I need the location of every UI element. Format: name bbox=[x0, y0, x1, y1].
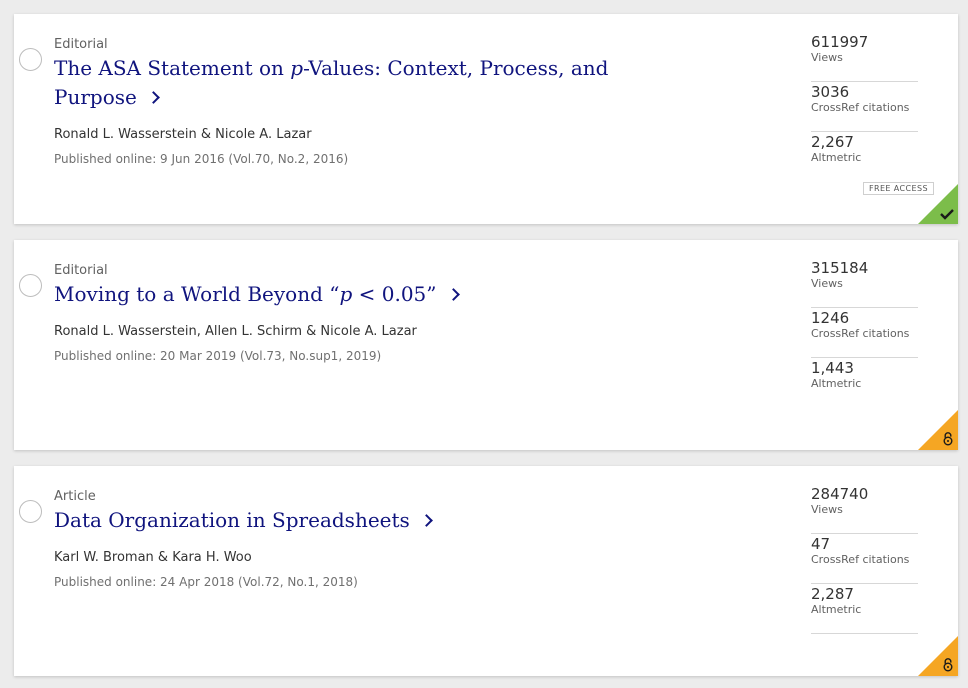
article-title-link[interactable]: The ASA Statement on p-Values: Context, … bbox=[54, 54, 614, 112]
open-access-corner bbox=[918, 636, 958, 676]
chevron-right-icon bbox=[419, 514, 433, 527]
chevron-right-icon bbox=[446, 288, 460, 301]
author-link[interactable]: Nicole A. Lazar bbox=[320, 324, 416, 339]
article-type: Article bbox=[54, 489, 96, 504]
search-results-list: Editorial The ASA Statement on p-Values:… bbox=[0, 0, 968, 688]
result-card: Article Data Organization in Spreadsheet… bbox=[14, 466, 958, 676]
access-badge: FREE ACCESS bbox=[863, 182, 934, 195]
select-checkbox[interactable] bbox=[19, 500, 42, 523]
crossref-metric[interactable]: 47 CrossRef citations bbox=[811, 534, 918, 584]
author-link[interactable]: Karl W. Broman bbox=[54, 550, 154, 565]
result-card: Editorial Moving to a World Beyond “p < … bbox=[14, 240, 958, 450]
select-checkbox[interactable] bbox=[19, 274, 42, 297]
author-list: Karl W. Broman & Kara H. Woo bbox=[54, 550, 252, 565]
result-card: Editorial The ASA Statement on p-Values:… bbox=[14, 14, 958, 224]
altmetric-metric[interactable]: 2,267 Altmetric bbox=[811, 132, 918, 182]
views-metric: 284740 Views bbox=[811, 484, 918, 534]
select-checkbox[interactable] bbox=[19, 48, 42, 71]
author-link[interactable]: Ronald L. Wasserstein bbox=[54, 324, 197, 339]
altmetric-metric[interactable]: 1,443 Altmetric bbox=[811, 358, 918, 408]
author-link[interactable]: Ronald L. Wasserstein bbox=[54, 127, 197, 142]
article-type: Editorial bbox=[54, 263, 108, 278]
author-list: Ronald L. Wasserstein, Allen L. Schirm &… bbox=[54, 324, 417, 339]
publication-info: Published online: 24 Apr 2018 (Vol.72, N… bbox=[54, 575, 358, 589]
checkmark-icon bbox=[940, 209, 954, 220]
metrics-panel: 284740 Views 47 CrossRef citations 2,287… bbox=[811, 484, 918, 634]
views-metric: 315184 Views bbox=[811, 258, 918, 308]
article-title-link[interactable]: Moving to a World Beyond “p < 0.05” bbox=[54, 280, 614, 309]
views-metric: 611997 Views bbox=[811, 32, 918, 82]
chevron-right-icon bbox=[146, 91, 160, 104]
metrics-panel: 611997 Views 3036 CrossRef citations 2,2… bbox=[811, 32, 918, 182]
publication-info: Published online: 20 Mar 2019 (Vol.73, N… bbox=[54, 349, 382, 363]
open-access-corner bbox=[918, 410, 958, 450]
crossref-metric[interactable]: 3036 CrossRef citations bbox=[811, 82, 918, 132]
open-access-icon bbox=[943, 658, 953, 672]
publication-info: Published online: 9 Jun 2016 (Vol.70, No… bbox=[54, 152, 349, 166]
altmetric-metric[interactable]: 2,287 Altmetric bbox=[811, 584, 918, 634]
metrics-panel: 315184 Views 1246 CrossRef citations 1,4… bbox=[811, 258, 918, 408]
author-link[interactable]: Kara H. Woo bbox=[172, 550, 252, 565]
article-type: Editorial bbox=[54, 37, 108, 52]
author-list: Ronald L. Wasserstein & Nicole A. Lazar bbox=[54, 127, 312, 142]
article-title-link[interactable]: Data Organization in Spreadsheets bbox=[54, 506, 614, 535]
crossref-metric[interactable]: 1246 CrossRef citations bbox=[811, 308, 918, 358]
author-link[interactable]: Nicole A. Lazar bbox=[215, 127, 311, 142]
author-link[interactable]: Allen L. Schirm bbox=[205, 324, 302, 339]
open-access-icon bbox=[943, 432, 953, 446]
